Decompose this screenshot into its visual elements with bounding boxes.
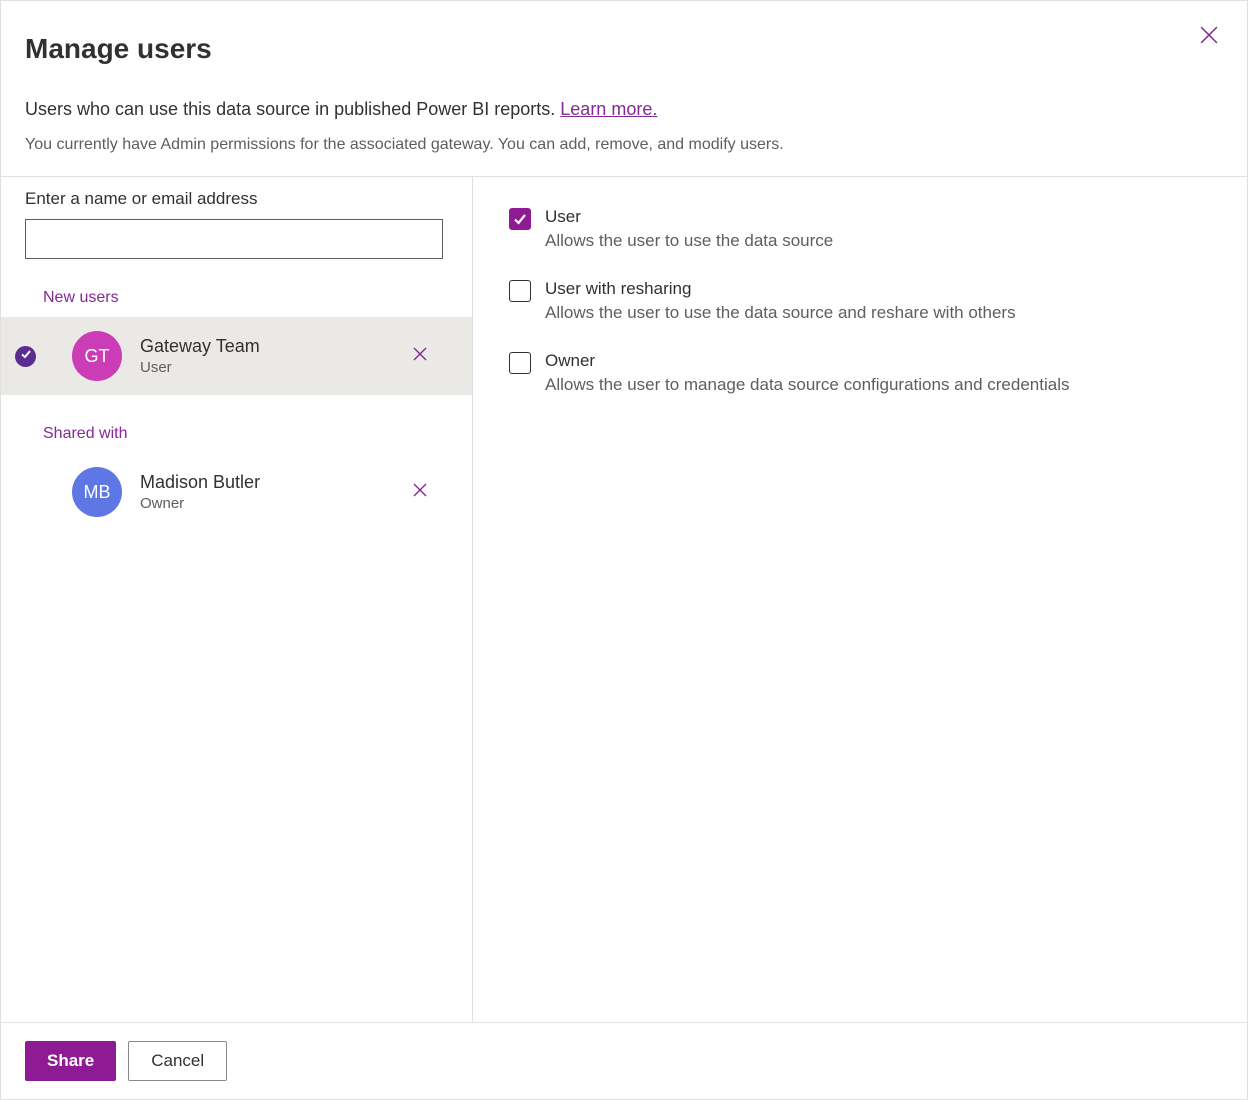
permission-label: User with resharing [545,279,1016,299]
user-row[interactable]: GT Gateway Team User [1,317,472,395]
row-indicator-placeholder [15,482,36,503]
user-info: Madison Butler Owner [140,472,260,512]
permission-checkbox-owner[interactable] [509,352,531,374]
user-role: Owner [140,495,260,512]
avatar-initials: GT [85,346,110,367]
search-input[interactable] [25,219,443,259]
dialog-subdescription: You currently have Admin permissions for… [25,136,1223,154]
dialog-description: Users who can use this data source in pu… [25,99,1223,120]
cancel-button[interactable]: Cancel [128,1041,227,1081]
search-label: Enter a name or email address [25,189,448,209]
avatar: MB [72,467,122,517]
permission-text: User with resharing Allows the user to u… [545,279,1016,323]
permission-row-user: User Allows the user to use the data sou… [509,207,1211,251]
user-name: Madison Butler [140,472,260,493]
dialog-body: Enter a name or email address New users … [1,177,1247,1022]
permission-checkbox-reshare[interactable] [509,280,531,302]
permission-row-reshare: User with resharing Allows the user to u… [509,279,1211,323]
dialog-header: Manage users Users who can use this data… [1,1,1247,177]
users-pane: Enter a name or email address New users … [1,177,473,1022]
close-icon [412,346,428,367]
user-row[interactable]: MB Madison Butler Owner [1,453,472,531]
permission-checkbox-user[interactable] [509,208,531,230]
user-name: Gateway Team [140,336,260,357]
share-button[interactable]: Share [25,1041,116,1081]
permission-text: Owner Allows the user to manage data sou… [545,351,1069,395]
close-icon [412,482,428,503]
permissions-pane: User Allows the user to use the data sou… [473,177,1247,1022]
close-icon [1200,26,1218,49]
search-block: Enter a name or email address [1,177,472,259]
permission-text: User Allows the user to use the data sou… [545,207,833,251]
permission-label: User [545,207,833,227]
permission-row-owner: Owner Allows the user to manage data sou… [509,351,1211,395]
shared-with-label: Shared with [1,395,472,453]
close-button[interactable] [1193,21,1225,53]
permission-label: Owner [545,351,1069,371]
checkmark-icon [20,347,32,365]
remove-user-button[interactable] [404,476,436,508]
manage-users-dialog: Manage users Users who can use this data… [0,0,1248,1100]
description-text: Users who can use this data source in pu… [25,99,560,119]
permission-desc: Allows the user to use the data source [545,231,833,251]
user-role: User [140,359,260,376]
permission-desc: Allows the user to manage data source co… [545,375,1069,395]
new-users-label: New users [1,259,472,317]
permission-desc: Allows the user to use the data source a… [545,303,1016,323]
remove-user-button[interactable] [404,340,436,372]
dialog-footer: Share Cancel [1,1022,1247,1099]
row-selected-indicator [15,346,36,367]
checkmark-icon [513,212,527,226]
avatar-initials: MB [84,482,111,503]
user-info: Gateway Team User [140,336,260,376]
avatar: GT [72,331,122,381]
learn-more-link[interactable]: Learn more. [560,99,657,119]
dialog-title: Manage users [25,33,1223,65]
